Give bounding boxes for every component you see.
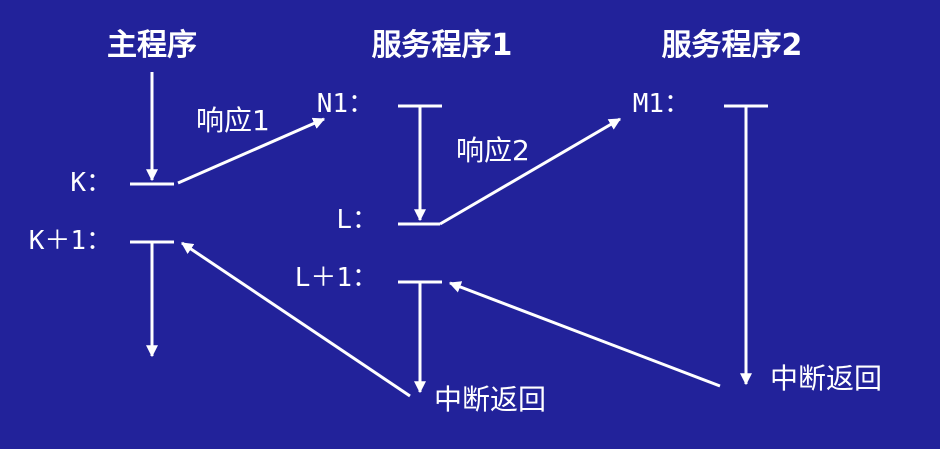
response-1-text: 响应1 [196,104,270,137]
return-to-service1-arrow [448,281,721,388]
label-n1: N1： [317,89,374,119]
service-program-2-header: 服务程序2 [662,28,803,63]
interrupt-nesting-diagram: 主程序 服务程序1 服务程序2 K： K＋1： N1： L： L＋1： M1： … [29,28,882,416]
return-left-text: 中断返回 [434,383,546,416]
label-l: L： [336,205,378,235]
service-program-1-header: 服务程序1 [372,28,513,63]
label-m1: M1： [633,89,690,119]
main-program-header: 主程序 [107,28,197,63]
return-right-text: 中断返回 [770,362,882,395]
label-k-plus-1: K＋1： [29,226,112,256]
label-k: K： [70,168,112,198]
label-l-plus-1: L＋1： [295,263,378,293]
response-2-text: 响应2 [456,134,530,167]
